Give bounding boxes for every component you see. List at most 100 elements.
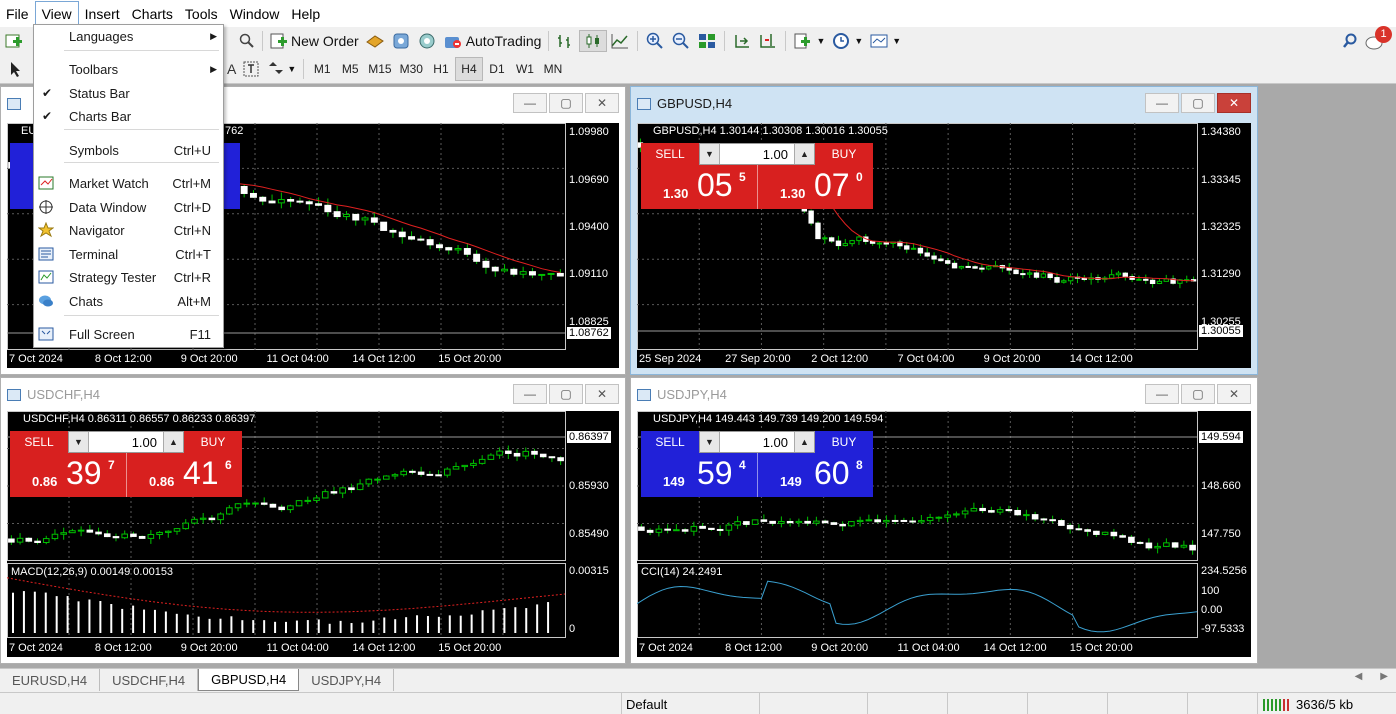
- view-menu-item-data-window[interactable]: Data Window Ctrl+D: [34, 196, 223, 218]
- lot-decrease-icon[interactable]: ▼: [700, 432, 720, 452]
- view-menu-item-toolbars[interactable]: Toolbars ▶: [34, 58, 223, 80]
- menu-insert[interactable]: Insert: [79, 1, 126, 26]
- chart-window-gbpusd[interactable]: GBPUSD,H4 — ▢ ✕ 1.34380 1.33345 1.32325 1.3…: [630, 86, 1258, 375]
- view-menu-item-languages[interactable]: Languages ▶: [34, 25, 223, 47]
- search-button[interactable]: [1338, 30, 1362, 52]
- close-button[interactable]: ✕: [1217, 93, 1251, 113]
- maximize-button[interactable]: ▢: [549, 384, 583, 404]
- lot-decrease-icon[interactable]: ▼: [69, 432, 89, 452]
- view-menu-item-navigator[interactable]: Navigator Ctrl+N: [34, 219, 223, 241]
- tab-usdchf[interactable]: USDCHF,H4: [100, 669, 199, 691]
- lot-increase-icon[interactable]: ▲: [163, 432, 183, 452]
- sell-button[interactable]: SELL: [641, 143, 699, 165]
- chart-window-usdchf[interactable]: USDCHF,H4 — ▢ ✕ 0.85930 0.85490 0.86397 0.0…: [0, 377, 626, 664]
- minimize-button[interactable]: —: [513, 384, 547, 404]
- connection-status[interactable]: 3636/5 kb: [1257, 693, 1396, 714]
- tab-usdjpy[interactable]: USDJPY,H4: [299, 669, 395, 691]
- lot-size-stepper[interactable]: ▼ 1.00 ▲: [68, 431, 184, 453]
- view-menu-item-market-watch[interactable]: Market Watch Ctrl+M: [34, 172, 223, 194]
- menu-help[interactable]: Help: [285, 1, 326, 26]
- sell-button[interactable]: SELL: [641, 431, 699, 453]
- periods-button[interactable]: ▼: [828, 30, 866, 52]
- tab-eurusd[interactable]: EURUSD,H4: [0, 669, 101, 691]
- new-chart-button[interactable]: [2, 30, 26, 52]
- price-chart[interactable]: 148.660 147.750 149.594 234.5256 100 0.00 -97.…: [637, 411, 1251, 657]
- timeframe-m30[interactable]: M30: [396, 57, 427, 81]
- menu-tools[interactable]: Tools: [179, 1, 224, 26]
- minimize-button[interactable]: —: [1145, 384, 1179, 404]
- menu-file[interactable]: File: [0, 1, 35, 26]
- bar-chart-button[interactable]: [553, 30, 579, 52]
- view-menu-item-status-bar[interactable]: ✔ Status Bar: [34, 82, 223, 104]
- menu-window[interactable]: Window: [224, 1, 286, 26]
- scroll-right-icon[interactable]: ▶: [1380, 671, 1388, 682]
- text-label-button[interactable]: A: [224, 58, 239, 80]
- menu-charts[interactable]: Charts: [126, 1, 179, 26]
- auto-scroll-button[interactable]: [729, 30, 755, 52]
- arrows-button[interactable]: ▼: [263, 58, 299, 80]
- sell-price[interactable]: 0.86 39 7: [10, 453, 126, 497]
- zoom-in-button[interactable]: [642, 30, 668, 52]
- timeframe-mn[interactable]: MN: [539, 57, 567, 81]
- timeframe-m5[interactable]: M5: [336, 57, 364, 81]
- buy-button[interactable]: BUY: [815, 143, 873, 165]
- lot-size-input[interactable]: 1.00: [720, 435, 794, 450]
- line-chart-button[interactable]: [607, 30, 633, 52]
- buy-button[interactable]: BUY: [184, 431, 242, 453]
- close-button[interactable]: ✕: [585, 93, 619, 113]
- timeframe-w1[interactable]: W1: [511, 57, 539, 81]
- new-order-button[interactable]: New Order: [267, 30, 362, 52]
- chart-window-usdjpy[interactable]: USDJPY,H4 — ▢ ✕ 148.660 147.750 149.594 234…: [630, 377, 1258, 664]
- market-button[interactable]: [414, 30, 440, 52]
- buy-price[interactable]: 0.86 41 6: [126, 453, 242, 497]
- sell-price[interactable]: 1.30 05 5: [641, 165, 757, 209]
- maximize-button[interactable]: ▢: [1181, 93, 1215, 113]
- chart-shift-button[interactable]: [755, 30, 781, 52]
- timeframe-h1[interactable]: H1: [427, 57, 455, 81]
- maximize-button[interactable]: ▢: [1181, 384, 1215, 404]
- candlestick-chart-button[interactable]: [579, 29, 608, 52]
- view-menu-item-full-screen[interactable]: Full Screen F11: [34, 323, 223, 345]
- zoom-out-button[interactable]: [668, 30, 694, 52]
- lot-size-input[interactable]: 1.00: [89, 435, 163, 450]
- buy-price[interactable]: 1.30 07 0: [757, 165, 873, 209]
- buy-button[interactable]: BUY: [815, 431, 873, 453]
- text-box-button[interactable]: [239, 58, 263, 80]
- price-chart[interactable]: 0.85930 0.85490 0.86 39 7 0.00315 0 MACD(12,26,…: [7, 411, 619, 657]
- minimize-button[interactable]: —: [1145, 93, 1179, 113]
- sell-button[interactable]: SELL: [10, 431, 68, 453]
- minimize-button[interactable]: —: [513, 93, 547, 113]
- lot-increase-icon[interactable]: ▲: [794, 144, 814, 164]
- menu-view[interactable]: View: [34, 1, 79, 26]
- timeframe-m1[interactable]: M1: [308, 57, 336, 81]
- cursor-button[interactable]: [4, 58, 26, 80]
- price-chart[interactable]: 1.34380 1.33345 1.32325 1.31290 1.30255 1.300…: [637, 123, 1251, 368]
- buy-price[interactable]: 149 60 8: [757, 453, 873, 497]
- timeframe-m15[interactable]: M15: [364, 57, 395, 81]
- tile-windows-button[interactable]: [694, 30, 720, 52]
- view-menu-item-terminal[interactable]: Terminal Ctrl+T: [34, 243, 223, 265]
- timeframe-h4[interactable]: H4: [454, 56, 483, 81]
- lot-size-stepper[interactable]: ▼ 1.00 ▲: [699, 143, 815, 165]
- lot-size-input[interactable]: 1.00: [720, 147, 794, 162]
- signals-button[interactable]: [388, 30, 414, 52]
- lot-size-stepper[interactable]: ▼ 1.00 ▲: [699, 431, 815, 453]
- close-button[interactable]: ✕: [1217, 384, 1251, 404]
- lot-increase-icon[interactable]: ▲: [794, 432, 814, 452]
- templates-button[interactable]: ▼: [866, 30, 904, 52]
- view-menu-item-charts-bar[interactable]: ✔ Charts Bar: [34, 105, 223, 127]
- scroll-left-icon[interactable]: ◀: [1355, 671, 1363, 682]
- close-button[interactable]: ✕: [585, 384, 619, 404]
- notifications-button[interactable]: 1: [1362, 25, 1392, 52]
- lot-decrease-icon[interactable]: ▼: [700, 144, 720, 164]
- autotrading-button[interactable]: AutoTrading: [440, 30, 545, 52]
- view-menu-item-strategy-tester[interactable]: Strategy Tester Ctrl+R: [34, 266, 223, 288]
- maximize-button[interactable]: ▢: [549, 93, 583, 113]
- sell-price[interactable]: 149 59 4: [641, 453, 757, 497]
- tab-gbpusd[interactable]: GBPUSD,H4: [198, 669, 300, 691]
- metaeditor-button[interactable]: [362, 30, 388, 52]
- view-menu-item-symbols[interactable]: Symbols Ctrl+U: [34, 139, 223, 161]
- zoom-tool-button[interactable]: [236, 30, 258, 52]
- timeframe-d1[interactable]: D1: [483, 57, 511, 81]
- indicators-button[interactable]: ▼: [790, 30, 828, 52]
